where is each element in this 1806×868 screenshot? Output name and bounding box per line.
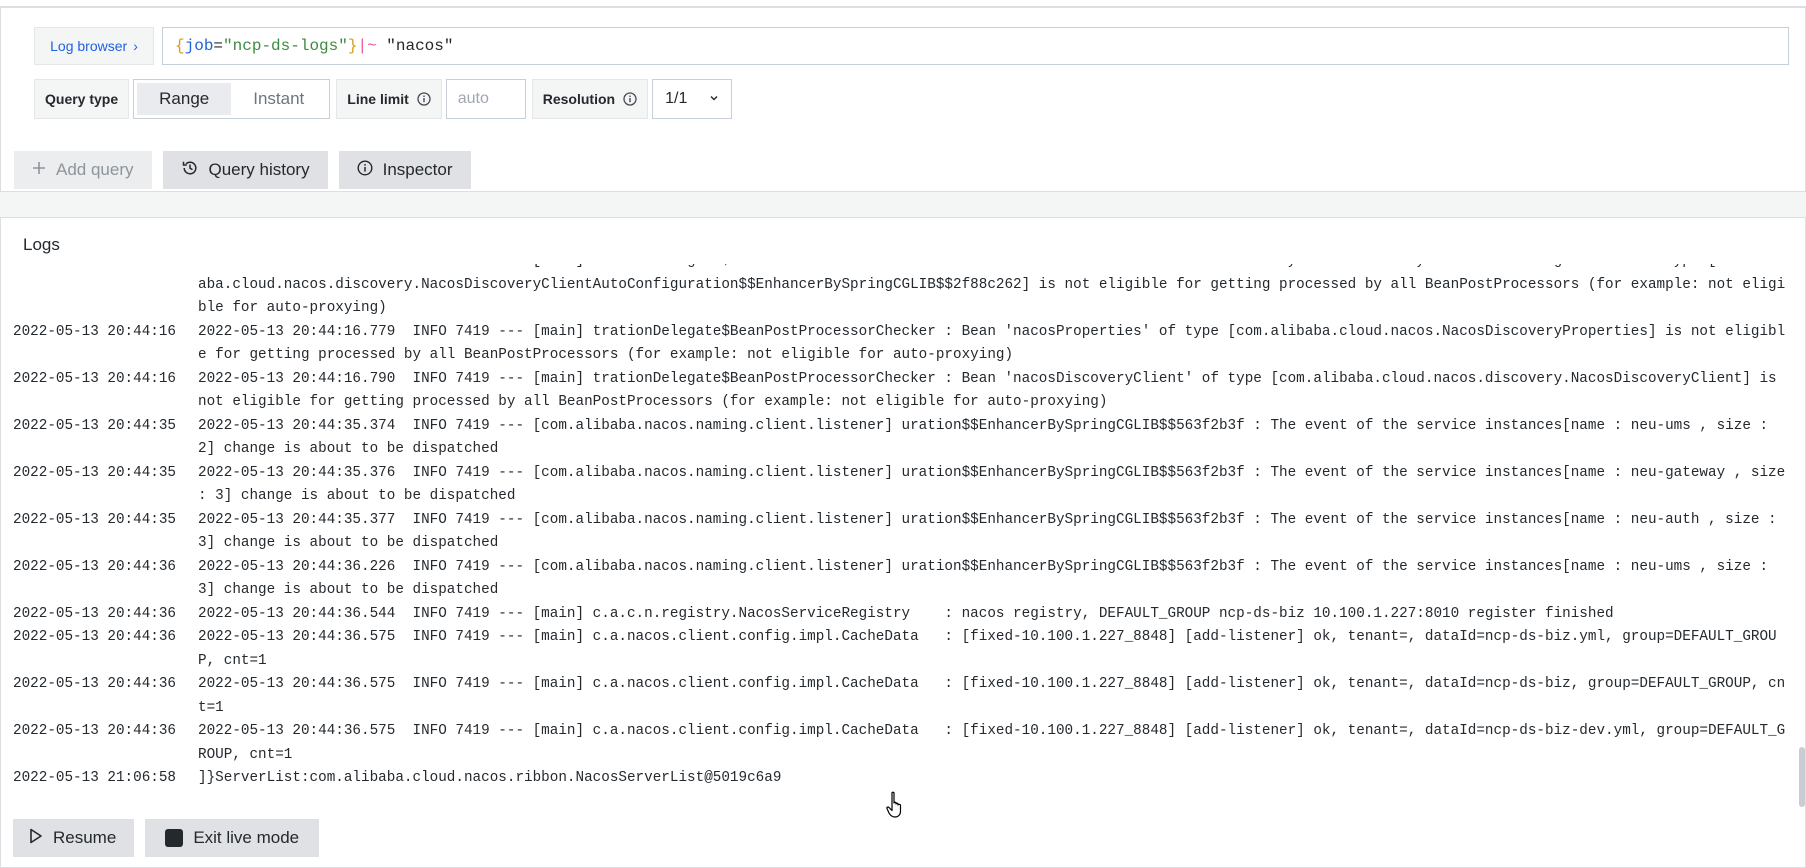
log-timestamp: 2022-05-13 20:44:36 <box>13 676 177 692</box>
log-message: 2022-05-13 20:44:16.626 INFO 7419 --- [m… <box>198 264 1786 316</box>
query-options-row: Query type Range Instant Line limit auto… <box>34 79 733 119</box>
log-row[interactable]: 2022-05-13 20:44:35 2022-05-13 20:44:35.3… <box>13 462 1793 509</box>
log-browser-button[interactable]: Log browser › <box>34 27 154 65</box>
query-pipe-operator: |~ <box>357 37 377 55</box>
logs-scrollbar[interactable] <box>1799 747 1805 807</box>
inspector-button[interactable]: Inspector <box>338 151 471 189</box>
resolution-select[interactable]: 1/1 <box>652 79 733 119</box>
logs-list[interactable]: 2022-05-13 20:44:162022-05-13 20:44:16.6… <box>13 264 1793 814</box>
log-timestamp: 2022-05-13 20:44:35 <box>13 464 177 481</box>
query-brace-close: } <box>347 37 358 55</box>
chevron-right-icon: › <box>133 38 138 54</box>
log-message: 2022-05-13 20:44:16.790 INFO 7419 --- [m… <box>198 370 1786 411</box>
query-search-string: "nacos" <box>376 37 454 55</box>
query-type-radio-group: Range Instant <box>133 79 331 119</box>
log-row[interactable]: 2022-05-13 20:44:36 2022-05-13 20:44:36.2… <box>13 556 1793 603</box>
mouse-cursor-icon <box>886 791 906 819</box>
query-equals: = <box>213 37 224 55</box>
log-row[interactable]: 2022-05-13 20:44:162022-05-13 20:44:16.6… <box>13 264 1793 321</box>
query-row: Log browser › {job = "ncp-ds-logs"} |~ "nac… <box>34 27 1789 65</box>
log-message: 2022-05-13 20:44:35.376 INFO 7419 --- [c… <box>198 464 1793 505</box>
log-row[interactable]: 2022-05-13 20:44:36 2022-05-13 20:44:36.5… <box>13 603 1793 627</box>
info-icon[interactable] <box>623 92 637 106</box>
line-limit-input[interactable]: auto <box>445 79 526 119</box>
query-type-label: Query type <box>34 79 130 119</box>
query-label-name: job <box>184 37 214 55</box>
log-message: 2022-05-13 20:44:36.575 INFO 7419 --- [m… <box>198 629 1777 669</box>
top-strip <box>0 0 1806 7</box>
log-message: 2022-05-13 20:44:16.779 INFO 7419 --- [m… <box>198 323 1786 364</box>
log-message: 2022-05-13 20:44:35.377 INFO 7419 --- [c… <box>198 511 1786 552</box>
log-message: 2022-05-13 20:44:36.575 INFO 7419 --- [m… <box>198 676 1786 716</box>
log-row[interactable]: 2022-05-13 20:44:36 2022-05-13 20:44:36.5… <box>13 626 1793 673</box>
log-timestamp: 2022-05-13 20:44:16 <box>13 264 198 321</box>
log-timestamp: 2022-05-13 20:44:16 <box>13 370 177 387</box>
query-input[interactable]: {job = "ncp-ds-logs"} |~ "nacos" <box>162 27 1789 65</box>
stop-icon <box>165 829 184 847</box>
line-limit-label: Line limit <box>336 79 442 119</box>
info-icon[interactable] <box>417 92 431 106</box>
resume-button[interactable]: Resume <box>13 819 135 857</box>
log-row[interactable]: 2022-05-13 20:44:16 2022-05-13 20:44:16.7… <box>13 368 1793 415</box>
log-row[interactable]: 2022-05-13 20:44:36 2022-05-13 20:44:36.5… <box>13 673 1793 720</box>
log-message: 2022-05-13 20:44:36.575 INFO 7419 --- [m… <box>198 723 1786 763</box>
log-timestamp: 2022-05-13 20:44:36 <box>13 558 177 575</box>
query-type-range[interactable]: Range <box>137 83 232 115</box>
log-timestamp: 2022-05-13 21:06:58 <box>13 770 177 786</box>
query-brace-open: { <box>175 37 185 55</box>
log-message: 2022-05-13 20:44:36.226 INFO 7419 --- [c… <box>198 558 1777 599</box>
log-message: 2022-05-13 20:44:36.544 INFO 7419 --- [m… <box>198 605 1614 622</box>
exit-live-mode-button[interactable]: Exit live mode <box>145 819 320 857</box>
live-controls: Resume Exit live mode <box>13 819 320 858</box>
log-timestamp: 2022-05-13 20:44:36 <box>13 605 177 622</box>
log-row[interactable]: 2022-05-13 20:44:16 2022-05-13 20:44:16.7… <box>13 321 1793 368</box>
log-timestamp: 2022-05-13 20:44:36 <box>13 723 177 739</box>
query-label-value: "ncp-ds-logs" <box>223 37 348 55</box>
log-row[interactable]: 2022-05-13 20:44:35 2022-05-13 20:44:35.3… <box>13 509 1793 556</box>
log-row[interactable]: 2022-05-13 21:06:58 ]}ServerList:com.alib… <box>13 767 1793 791</box>
log-message: 2022-05-13 20:44:35.374 INFO 7419 --- [c… <box>198 417 1777 458</box>
history-icon <box>181 159 199 182</box>
log-timestamp: 2022-05-13 20:44:35 <box>13 511 177 528</box>
logs-panel: Logs 2022-05-13 20:44:162022-05-13 20:44… <box>0 217 1806 868</box>
info-circle-icon <box>357 159 373 181</box>
add-query-button[interactable]: Add query <box>14 151 152 189</box>
query-editor-panel: Log browser › {job = "ncp-ds-logs"} |~ "nac… <box>0 7 1806 192</box>
query-type-instant[interactable]: Instant <box>231 83 326 115</box>
log-row[interactable]: 2022-05-13 20:44:35 2022-05-13 20:44:35.3… <box>13 415 1793 462</box>
plus-icon <box>32 160 46 180</box>
query-history-button[interactable]: Query history <box>162 151 328 189</box>
log-row[interactable]: 2022-05-13 20:44:36 2022-05-13 20:44:36.5… <box>13 720 1793 767</box>
logs-title: Logs <box>23 235 60 254</box>
query-actions-row: Add query Query history Inspector <box>14 151 471 189</box>
resolution-label: Resolution <box>531 79 649 119</box>
log-lines: 2022-05-13 20:44:162022-05-13 20:44:16.6… <box>13 264 1793 791</box>
log-message: ]}ServerList:com.alibaba.cloud.nacos.rib… <box>198 770 782 786</box>
play-icon <box>29 828 43 849</box>
chevron-down-icon <box>709 90 719 108</box>
log-timestamp: 2022-05-13 20:44:36 <box>13 629 177 645</box>
log-browser-label: Log browser <box>50 38 128 54</box>
log-timestamp: 2022-05-13 20:44:16 <box>13 323 177 340</box>
log-timestamp: 2022-05-13 20:44:35 <box>13 417 177 434</box>
